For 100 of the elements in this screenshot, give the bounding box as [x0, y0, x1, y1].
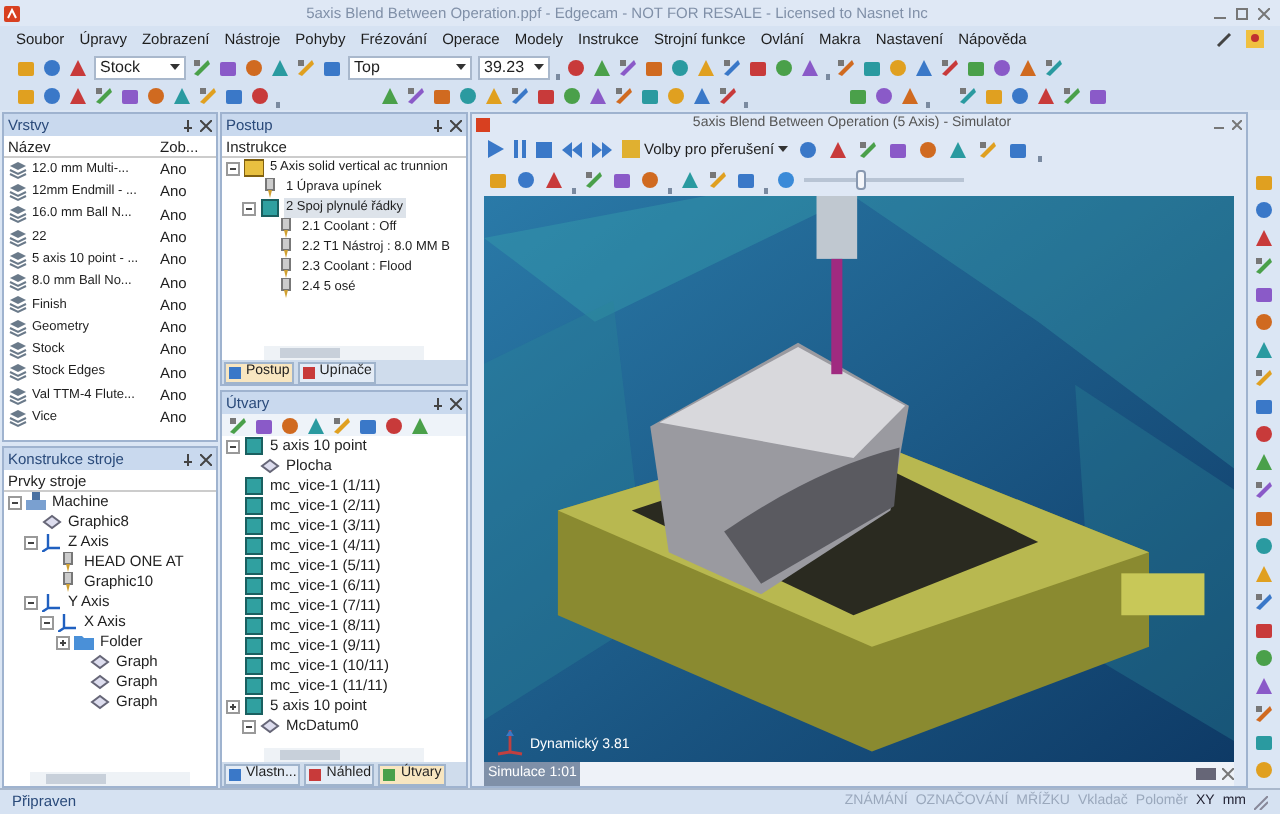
close-icon[interactable]: [1232, 119, 1242, 129]
tool-icon[interactable]: [1254, 480, 1274, 500]
layer-icon: [8, 181, 28, 202]
collapse-icon[interactable]: [226, 161, 240, 175]
tool-icon: [276, 238, 296, 258]
tool-icon[interactable]: [722, 57, 742, 77]
collapse-icon[interactable]: [226, 439, 240, 453]
tool-icon[interactable]: [836, 57, 856, 77]
tool-icon[interactable]: [1254, 704, 1274, 724]
close-icon[interactable]: [450, 397, 462, 409]
close-icon[interactable]: [1222, 768, 1234, 780]
play-icon[interactable]: [488, 140, 504, 158]
close-icon[interactable]: [450, 119, 462, 131]
collapse-icon[interactable]: [8, 495, 22, 509]
pin-icon[interactable]: [182, 453, 194, 465]
shape-icon: [260, 716, 280, 736]
shape-icon: [260, 456, 280, 476]
maximize-icon[interactable]: [1236, 7, 1248, 19]
combo-box[interactable]: 39.23: [478, 55, 550, 79]
tool-icon[interactable]: [296, 57, 316, 77]
tool-icon: [260, 178, 280, 198]
close-icon[interactable]: [200, 453, 212, 465]
collapse-icon[interactable]: [242, 201, 256, 215]
tool-icon[interactable]: [380, 86, 400, 106]
tool-icon[interactable]: [1044, 57, 1064, 77]
tool-icon[interactable]: [406, 86, 426, 106]
layer-icon: [8, 272, 28, 293]
layer-icon: [8, 294, 28, 315]
layer-icon: [8, 159, 28, 180]
resize-grip-icon: [1254, 795, 1268, 809]
collapse-icon[interactable]: [40, 615, 54, 629]
tool-icon[interactable]: [1088, 86, 1108, 106]
collapse-icon[interactable]: [242, 719, 256, 733]
tool-icon[interactable]: [798, 139, 819, 159]
tool-icon[interactable]: [1008, 139, 1029, 159]
layer-icon: [8, 317, 28, 338]
tool-icon[interactable]: [1254, 368, 1274, 388]
collapse-icon[interactable]: [24, 595, 38, 609]
tool-icon[interactable]: [614, 86, 634, 106]
tool-icon[interactable]: [858, 139, 879, 159]
rewind-icon[interactable]: [562, 141, 582, 157]
tool-icon[interactable]: [332, 415, 352, 435]
tool-icon: [276, 218, 296, 238]
tab-icon: [228, 365, 242, 379]
tool-icon[interactable]: [1254, 256, 1274, 276]
dropdown-caret-icon[interactable]: [170, 64, 180, 70]
pin-icon[interactable]: [432, 397, 444, 409]
shape-icon: [42, 512, 62, 532]
tool-icon[interactable]: [708, 170, 728, 190]
app-logo-icon: [476, 117, 490, 131]
tool-icon[interactable]: [198, 86, 218, 106]
app-logo-icon: [4, 5, 20, 21]
axis-icon: [42, 532, 62, 552]
slider-thumb[interactable]: [856, 170, 867, 190]
axis-icon: [58, 612, 78, 632]
fast-forward-icon[interactable]: [592, 141, 612, 157]
layer-icon: [8, 204, 28, 225]
layer-icon: [8, 385, 28, 406]
pause-icon[interactable]: [514, 140, 526, 158]
tool-icon[interactable]: [888, 139, 909, 159]
pin-icon[interactable]: [182, 119, 194, 131]
dropdown-caret-icon[interactable]: [534, 64, 544, 70]
pin-icon[interactable]: [432, 119, 444, 131]
tool-icon[interactable]: [736, 170, 756, 190]
collapse-icon[interactable]: [24, 535, 38, 549]
tool-icon: [58, 552, 78, 572]
pen-icon[interactable]: [1215, 31, 1231, 47]
tab-icon: [382, 767, 397, 781]
tool-icon[interactable]: [94, 86, 114, 106]
close-icon[interactable]: [200, 119, 212, 131]
tool-icon[interactable]: [228, 415, 248, 435]
combo-box[interactable]: Top: [348, 55, 472, 79]
expand-icon[interactable]: [226, 699, 240, 713]
tool-icon[interactable]: [718, 86, 738, 106]
tool-icon[interactable]: [192, 57, 212, 77]
tool-icon[interactable]: [1062, 86, 1082, 106]
tool-icon[interactable]: [510, 86, 530, 106]
tool-icon[interactable]: [940, 57, 960, 77]
dropdown-caret-icon[interactable]: [456, 64, 466, 70]
close-icon[interactable]: [1258, 7, 1270, 19]
tool-icon[interactable]: [948, 139, 969, 159]
tool-icon[interactable]: [958, 86, 978, 106]
tool-icon[interactable]: [584, 170, 604, 190]
tab-icon: [308, 767, 323, 781]
tool-icon[interactable]: [978, 139, 999, 159]
tool-icon[interactable]: [618, 57, 638, 77]
layer-icon: [8, 362, 28, 383]
layer-icon: [8, 407, 28, 428]
tool-icon[interactable]: [828, 139, 849, 159]
tool-icon: [58, 572, 78, 592]
speed-slider[interactable]: [804, 170, 964, 190]
tab-icon: [228, 767, 242, 781]
caret-icon: [778, 146, 789, 152]
expand-icon[interactable]: [56, 635, 70, 649]
tool-icon[interactable]: [322, 57, 342, 77]
combo-box[interactable]: Stock: [94, 55, 186, 79]
toolbar-grip-icon: [1038, 156, 1043, 162]
stop-icon[interactable]: [536, 141, 552, 157]
tool-icon[interactable]: [1254, 592, 1274, 612]
tool-icon[interactable]: [918, 139, 939, 159]
